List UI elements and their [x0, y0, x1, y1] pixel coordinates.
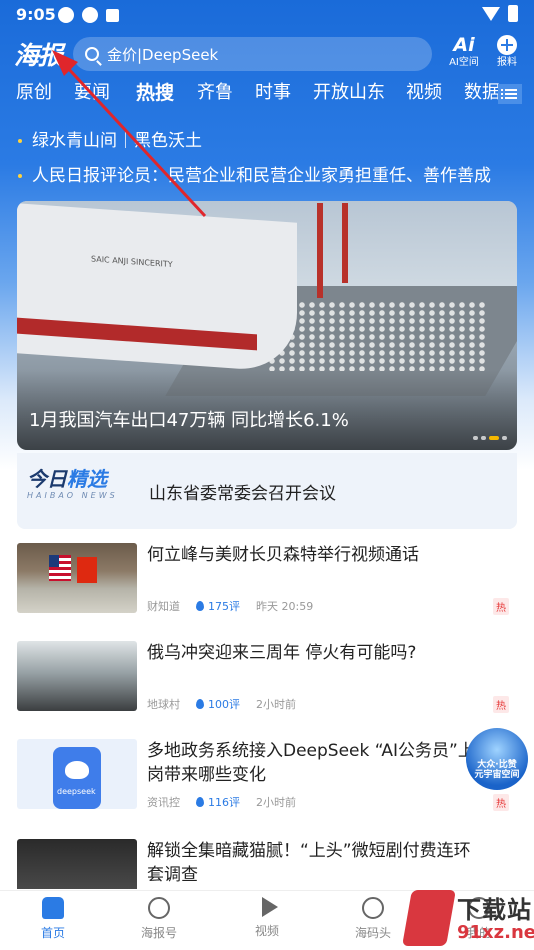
ticker-item[interactable]: 人民日报评论员：民营企业和民营企业家勇担重任、善作善成 — [18, 161, 491, 186]
daily-pick-logo: 今日精选 HAIBAO NEWS — [27, 467, 118, 500]
news-time: 2小时前 — [256, 796, 296, 809]
app-notification-icon — [82, 7, 98, 23]
face-icon — [148, 897, 170, 919]
status-bar: 9:05 — [0, 0, 534, 30]
tab-original[interactable]: 原创 — [16, 80, 52, 106]
report-label: 报料 — [497, 57, 517, 68]
news-title: 解锁全集暗藏猫腻！“上头”微短剧付费连环套调查 — [147, 841, 471, 885]
ticker-text: 人民日报评论员：民营企业和民营企业家勇担重任、善作善成 — [32, 166, 491, 186]
ai-icon: Ai — [453, 34, 475, 56]
news-source: 资讯控 — [147, 796, 180, 809]
hot-badge: 热 — [493, 598, 509, 615]
nav-haibao-account[interactable]: 海报号 — [124, 897, 194, 941]
wifi-icon — [482, 6, 500, 21]
news-thumbnail: deepseek — [17, 739, 137, 809]
report-button[interactable]: 报料 — [492, 34, 522, 70]
watermark-sub-text: 91xz.net — [457, 922, 534, 943]
tab-qilu[interactable]: 齐鲁 — [197, 80, 233, 106]
chat-icon — [362, 897, 384, 919]
nav-home-label: 首页 — [40, 926, 65, 940]
tab-trending[interactable]: 热搜 — [136, 80, 174, 106]
bullet-icon — [18, 174, 22, 178]
app-notification-icon — [58, 7, 74, 23]
news-title: 何立峰与美财长贝森特举行视频通话 — [147, 545, 419, 565]
news-item[interactable]: 俄乌冲突迎来三周年 停火有可能吗? 地球村 100评 2小时前 热 — [17, 641, 517, 713]
daily-pick-card[interactable]: 今日精选 HAIBAO NEWS 山东省委常委会召开会议 — [17, 453, 517, 529]
metaverse-floating-button[interactable]: 大众·比赞 元宇宙空间 — [466, 728, 528, 790]
news-source: 地球村 — [147, 698, 180, 711]
carousel-indicator — [473, 436, 507, 440]
tab-data[interactable]: 数据 — [464, 80, 500, 106]
news-comments: 116评 — [208, 796, 240, 809]
nav-haimatou-label: 海码头 — [354, 926, 391, 940]
search-icon — [85, 47, 99, 61]
news-title: 多地政务系统接入DeepSeek “AI公务员”上岗带来哪些变化 — [147, 741, 475, 785]
tab-open-shandong[interactable]: 开放山东 — [313, 80, 385, 106]
china-flag-icon — [77, 557, 97, 583]
news-source: 财知道 — [147, 600, 180, 613]
thumbnail-label: deepseek — [57, 787, 96, 796]
nav-haibao-label: 海报号 — [140, 926, 177, 940]
hot-badge: 热 — [493, 696, 509, 713]
news-comments: 100评 — [208, 698, 240, 711]
status-notification-icons — [58, 7, 119, 23]
tab-video[interactable]: 视频 — [406, 80, 442, 106]
us-flag-icon — [49, 555, 71, 581]
news-item[interactable]: deepseek 多地政务系统接入DeepSeek “AI公务员”上岗带来哪些变… — [17, 739, 517, 811]
channel-tabs: 原创 要闻 热搜 齐鲁 时事 开放山东 视频 数据 — [0, 80, 534, 110]
news-meta: 资讯控 116评 2小时前 — [147, 794, 296, 810]
banner-image-cars — [267, 301, 487, 371]
home-icon — [42, 897, 64, 919]
news-meta: 地球村 100评 2小时前 — [147, 696, 296, 712]
news-comments: 175评 — [208, 600, 240, 613]
news-time: 2小时前 — [256, 698, 296, 711]
news-thumbnail — [17, 641, 137, 711]
ticker-item[interactable]: 绿水青山间｜黑色沃土 — [18, 126, 202, 151]
nav-video[interactable]: 视频 — [232, 897, 302, 939]
nav-home[interactable]: 首页 — [18, 897, 88, 941]
nav-haimatou[interactable]: 海码头 — [338, 897, 408, 941]
featured-banner[interactable]: SAIC ANJI SINCERITY 1月我国汽车出口47万辆 同比增长6.1… — [17, 201, 517, 450]
app-notification-icon — [106, 9, 119, 22]
app-logo[interactable]: 海报 — [14, 36, 63, 72]
news-time: 昨天 20:59 — [256, 600, 314, 613]
ship-name-text: SAIC ANJI SINCERITY — [91, 254, 173, 270]
watermark-main-text: 下载站 — [457, 896, 532, 924]
news-thumbnail — [17, 839, 137, 889]
search-placeholder: 金价|DeepSeek — [107, 45, 219, 64]
ai-space-label: AI空间 — [449, 57, 479, 68]
ticker-text: 绿水青山间｜黑色沃土 — [32, 131, 202, 151]
fire-icon — [196, 699, 204, 709]
plus-icon — [497, 35, 517, 55]
news-item[interactable]: 何立峰与美财长贝森特举行视频通话 财知道 175评 昨天 20:59 热 — [17, 543, 517, 615]
banner-title: 1月我国汽车出口47万辆 同比增长6.1% — [29, 410, 349, 431]
fire-icon — [196, 797, 204, 807]
daily-pick-title: 山东省委常委会召开会议 — [149, 484, 336, 504]
float-badge-line1: 大众·比赞 — [477, 760, 517, 770]
news-item[interactable]: 解锁全集暗藏猫腻！“上头”微短剧付费连环套调查 — [17, 839, 517, 889]
watermark-logo-icon — [402, 890, 456, 946]
tab-current-affairs[interactable]: 时事 — [255, 80, 291, 106]
bullet-icon — [18, 139, 22, 143]
hot-badge: 热 — [493, 794, 509, 811]
news-meta: 财知道 175评 昨天 20:59 — [147, 598, 313, 614]
banner-image-crane — [342, 203, 348, 283]
float-badge-line2: 元宇宙空间 — [474, 770, 520, 780]
top-bar: 海报 金价|DeepSeek Ai AI空间 报料 — [0, 34, 534, 74]
news-thumbnail — [17, 543, 137, 613]
banner-image-crane — [317, 203, 323, 298]
search-box[interactable]: 金价|DeepSeek — [73, 37, 432, 71]
ai-space-button[interactable]: Ai AI空间 — [447, 34, 481, 70]
nav-video-label: 视频 — [254, 924, 279, 938]
channel-menu-button[interactable] — [498, 84, 522, 104]
whale-logo-icon — [65, 761, 89, 779]
news-title: 俄乌冲突迎来三周年 停火有可能吗? — [147, 643, 417, 663]
battery-icon — [508, 5, 518, 22]
status-time: 9:05 — [16, 5, 56, 24]
status-system-icons — [482, 5, 518, 22]
tab-headlines[interactable]: 要闻 — [74, 80, 110, 106]
play-icon — [262, 897, 278, 917]
fire-icon — [196, 601, 204, 611]
site-watermark: 下载站 91xz.net — [402, 888, 534, 950]
